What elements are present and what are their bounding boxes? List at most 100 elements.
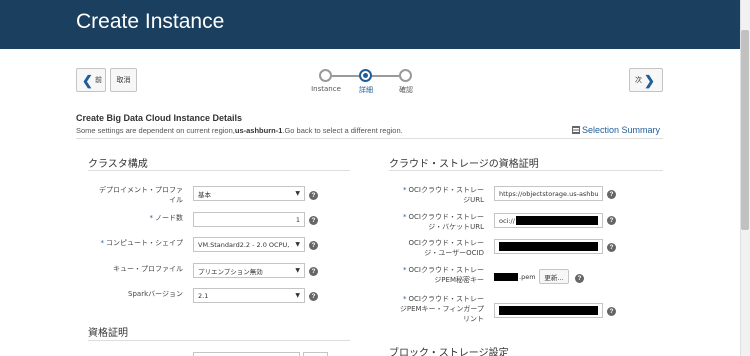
redacted-value [499,306,598,315]
region-name: us-ashburn-1 [234,126,283,135]
vertical-scrollbar[interactable] [740,0,750,356]
compute-shape-label: * コンピュート・シェイプ [100,239,184,247]
node-count-label: * ノード数 [149,214,184,222]
train-stop-details[interactable] [359,69,372,82]
select-value: 2.1 [198,291,209,300]
label-line: ジ・ユーザーOCID [424,249,484,257]
spark-version-select[interactable]: 2.1 ▼ [193,288,305,303]
bucket-url-label: * OCIクラウド・ストレー ジ・バケットURL [403,213,484,231]
train-label-details: 詳細 [359,86,373,94]
redacted-value [515,216,598,225]
train-stop-confirm[interactable] [399,69,412,82]
divider [76,138,663,139]
input-value: oci:// [499,216,515,225]
caret-down-icon: ▼ [295,292,300,299]
fingerprint-input[interactable] [494,303,603,318]
details-title: Create Big Data Cloud Instance Details [76,113,243,123]
node-count-input[interactable]: 1 [193,212,305,227]
pem-file-ext: .pem [519,273,536,281]
label-line: キュー・プロファイル [113,265,183,273]
page-header: Create Instance [0,0,740,49]
pem-key-label: * OCIクラウド・ストレー ジPEM秘密キー [403,266,484,284]
select-value: 基本 [198,190,211,199]
chevron-left-icon: ❮ [82,72,93,88]
deployment-profile-select[interactable]: 基本 ▼ [193,186,305,201]
region-note: Some settings are dependent on current r… [76,126,403,135]
question-icon[interactable]: ? [309,191,318,200]
label-line: OCIクラウド・ストレー [408,213,484,221]
credentials-heading: 資格証明 [88,328,128,339]
scrollbar-thumb[interactable] [741,30,749,230]
back-button[interactable]: ❮ 前 [76,68,106,92]
queue-profile-label: キュー・プロファイル [80,264,183,274]
question-icon[interactable]: ? [309,241,318,250]
next-button-label: 次 [635,77,643,84]
question-icon[interactable]: ? [607,243,616,252]
partial-field[interactable] [193,352,300,356]
partial-field[interactable] [303,352,328,356]
caret-down-icon: ▼ [295,241,300,248]
user-ocid-label: OCIクラウド・ストレージ・ユーザーOCID [383,238,484,258]
label-line: デプロイメント・プロファ [99,186,183,194]
spark-version-label: Sparkバージョン [80,289,183,299]
storage-url-label: * OCIクラウド・ストレー ジURL [403,186,484,204]
fingerprint-label: * OCIクラウド・ストレー ジPEMキー・フィンガープ リント [399,295,484,323]
selection-summary-label: Selection Summary [582,125,661,135]
cloud-storage-heading: クラウド・ストレージの資格証明 [389,159,539,170]
train-connector [372,75,400,77]
label-line: ジURL [463,196,484,204]
storage-url-input[interactable]: https://objectstorage.us-ashburn- [494,186,603,201]
label-line: リント [463,315,484,323]
compute-shape-select[interactable]: VM.Standard2.2 - 2.0 OCPU, 3 ▼ [193,237,305,252]
user-ocid-input[interactable] [494,239,603,254]
question-icon[interactable]: ? [607,190,616,199]
question-icon[interactable]: ? [309,267,318,276]
question-icon[interactable]: ? [575,274,584,283]
cluster-config-heading: クラスタ構成 [88,159,148,170]
deployment-profile-label: デプロイメント・プロファイル [80,185,183,205]
cancel-button[interactable]: 取消 [110,68,137,92]
block-storage-heading: ブロック・ストレージ設定 [389,348,509,356]
label-line: OCIクラウド・ストレー [408,239,484,247]
region-note-post: .Go back to select a different region. [282,126,403,135]
select-value: プリエンプション無効 [198,267,263,276]
label-line: OCIクラウド・ストレー [408,295,484,303]
input-value: https://objectstorage.us-ashburn- [499,189,598,198]
back-button-label: 前 [94,77,102,84]
input-value: 1 [295,215,300,224]
region-note-pre: Some settings are dependent on current r… [76,126,235,135]
grid-icon [572,126,580,134]
cancel-button-label: 取消 [116,77,131,84]
section-divider [88,170,350,171]
question-icon[interactable]: ? [607,216,616,225]
label-line: コンピュート・シェイプ [106,239,183,247]
train-label-confirm: 確認 [399,86,413,94]
label-line: ノード数 [155,214,183,222]
bucket-url-input[interactable]: oci:// [494,213,603,228]
label-line: ジ・バケットURL [428,223,484,231]
update-pem-button[interactable]: 更新... [539,269,569,284]
label-line: ジPEMキー・フィンガープ [399,305,484,313]
caret-down-icon: ▼ [295,267,300,274]
train-stop-instance[interactable] [319,69,332,82]
queue-profile-select[interactable]: プリエンプション無効 ▼ [193,263,305,278]
label-line: OCIクラウド・ストレー [408,266,484,274]
question-icon[interactable]: ? [309,216,318,225]
label-line: OCIクラウド・ストレー [408,186,484,194]
next-button[interactable]: 次 ❯ [629,68,663,92]
label-line: イル [169,196,183,204]
caret-down-icon: ▼ [295,190,300,197]
selection-summary-link[interactable]: Selection Summary [572,125,660,135]
question-icon[interactable]: ? [607,307,616,316]
redacted-filename [494,273,518,281]
label-line: ジPEM秘密キー [434,276,484,284]
section-divider [389,170,663,171]
redacted-value [499,242,598,251]
chevron-right-icon: ❯ [644,72,655,88]
train-connector [332,75,360,77]
select-value: VM.Standard2.2 - 2.0 OCPU, 3 [198,240,293,249]
train-label-instance: Instance [311,85,341,93]
page-title: Create Instance [76,10,225,33]
question-icon[interactable]: ? [309,292,318,301]
section-divider [88,340,350,341]
